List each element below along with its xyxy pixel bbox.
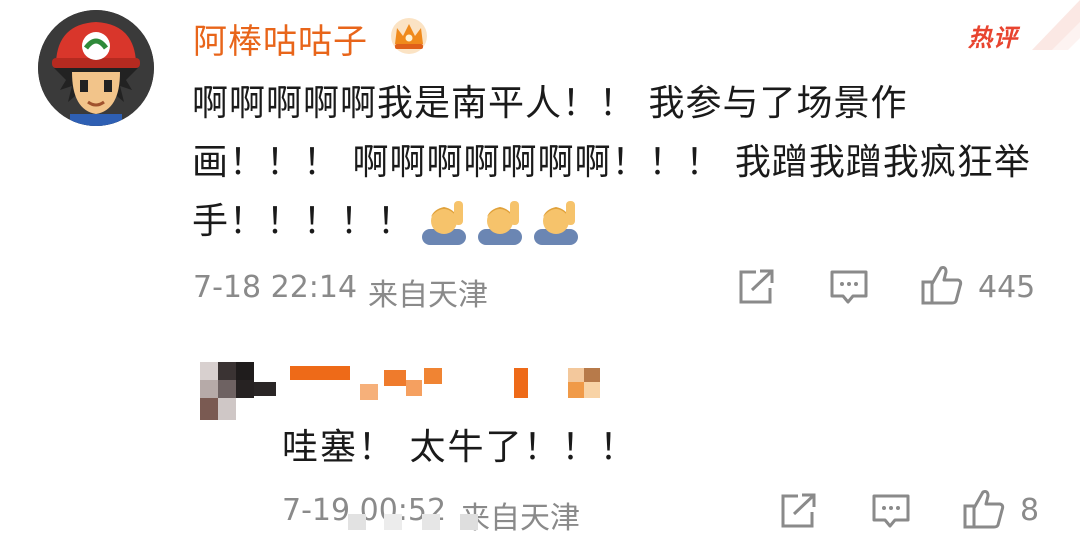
reply-avatar-blurred[interactable] [200, 362, 276, 420]
comment-text: 啊啊啊啊啊我是南平人！！ 我参与了场景作画！！！ 啊啊啊啊啊啊啊！！！ 我蹭我蹭… [192, 74, 1032, 251]
raising-hand-emoji-icon [534, 201, 579, 245]
hot-comment-badge: 热评 [968, 24, 1018, 52]
comment-timestamp: 7-18 22:14 [193, 270, 358, 305]
reply-comment-icon[interactable] [870, 492, 912, 530]
crown-icon [391, 18, 427, 54]
comment-location: 来自天津 [368, 278, 488, 313]
reply-meta-blur [348, 514, 478, 530]
comment-body: 啊啊啊啊啊我是南平人！！ 我参与了场景作画！！！ 啊啊啊啊啊啊啊！！！ 我蹭我蹭… [192, 83, 1031, 242]
comment-icon[interactable] [828, 268, 870, 306]
avatar-cartoon-icon [38, 10, 154, 126]
like-icon[interactable] [920, 264, 964, 306]
reply-username-blurred[interactable] [290, 364, 630, 404]
username[interactable]: 阿棒咕咕子 [193, 14, 368, 63]
reply-repost-icon[interactable] [778, 492, 818, 530]
raising-hand-emoji-icon [478, 201, 523, 245]
raising-hand-emoji-icon [422, 201, 467, 245]
hot-comment: 阿棒咕咕子 热评 啊啊啊啊啊我是南平人！！ 我参与了场景作画！！！ 啊啊啊啊啊啊… [0, 0, 1080, 330]
hot-badge-decoration [1032, 0, 1080, 50]
reply-like-count: 8 [1020, 493, 1040, 528]
reply-like-icon[interactable] [962, 488, 1006, 530]
like-count: 445 [978, 270, 1036, 305]
repost-icon[interactable] [736, 268, 776, 306]
reply-text: 哇塞！ 太牛了！！！ [282, 427, 638, 468]
avatar[interactable] [38, 10, 154, 126]
